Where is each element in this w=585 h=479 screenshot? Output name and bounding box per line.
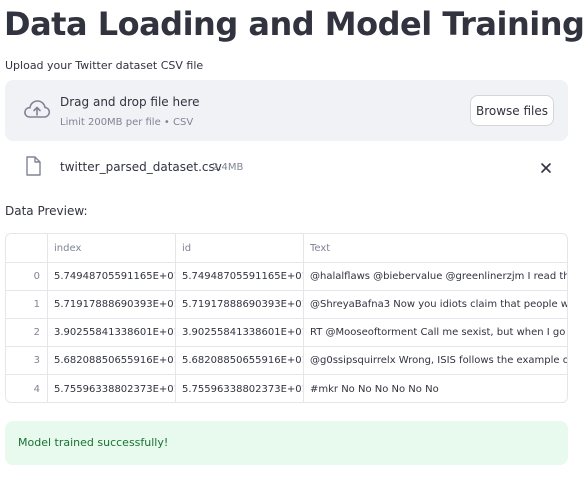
id-cell[interactable]: 5.68208850655916E+017 xyxy=(176,347,304,374)
text-cell[interactable]: @halalflaws @biebervalue @greenlinerzjm … xyxy=(304,263,567,290)
file-icon xyxy=(25,156,41,176)
text-cell[interactable]: #mkr No No No No No No xyxy=(304,375,567,402)
id-cell[interactable]: 5.71917888690393E+017 xyxy=(176,291,304,318)
text-cell[interactable]: @ShreyaBafna3 Now you idiots claim that … xyxy=(304,291,567,318)
column-header-text[interactable]: Text xyxy=(304,234,567,262)
row-index-cell[interactable]: 0 xyxy=(6,263,48,290)
file-dropzone[interactable]: Drag and drop file here Limit 200MB per … xyxy=(5,80,568,141)
close-icon[interactable] xyxy=(539,160,553,174)
row-index-cell[interactable]: 4 xyxy=(6,375,48,402)
data-preview-table[interactable]: index id Text 0 5.74948705591165E+017 5.… xyxy=(5,233,568,403)
text-cell[interactable]: @g0ssipsquirrelx Wrong, ISIS follows the… xyxy=(304,347,567,374)
row-index-cell[interactable]: 2 xyxy=(6,319,48,346)
index-cell[interactable]: 5.71917888690393E+017 xyxy=(48,291,176,318)
id-cell[interactable]: 3.90255841338601E+017 xyxy=(176,319,304,346)
table-row: 3 5.68208850655916E+017 5.68208850655916… xyxy=(6,347,567,375)
page-title: Data Loading and Model Training xyxy=(4,5,585,43)
id-cell[interactable]: 5.74948705591165E+017 xyxy=(176,263,304,290)
dropzone-limit: Limit 200MB per file • CSV xyxy=(60,117,194,128)
success-alert: Model trained successfully! xyxy=(5,421,568,465)
uploaded-file-row: twitter_parsed_dataset.csv 2.4MB xyxy=(5,150,568,186)
index-cell[interactable]: 5.68208850655916E+017 xyxy=(48,347,176,374)
table-header-row: index id Text xyxy=(6,234,567,263)
column-header-id[interactable]: id xyxy=(176,234,304,262)
uploader-label: Upload your Twitter dataset CSV file xyxy=(5,59,204,72)
text-cell[interactable]: RT @Mooseoftorment Call me sexist, but w… xyxy=(304,319,567,346)
dropzone-instructions: Drag and drop file here xyxy=(60,95,200,109)
page-title-row: Data Loading and Model Training xyxy=(4,2,585,46)
row-index-cell[interactable]: 3 xyxy=(6,347,48,374)
table-row: 2 3.90255841338601E+017 3.90255841338601… xyxy=(6,319,567,347)
cloud-upload-icon xyxy=(23,98,51,122)
index-cell[interactable]: 5.74948705591165E+017 xyxy=(48,263,176,290)
uploaded-file-name: twitter_parsed_dataset.csv xyxy=(60,160,222,174)
index-cell[interactable]: 3.90255841338601E+017 xyxy=(48,319,176,346)
data-preview-label: Data Preview: xyxy=(5,204,88,218)
table-row: 0 5.74948705591165E+017 5.74948705591165… xyxy=(6,263,567,291)
browse-files-button[interactable]: Browse files xyxy=(470,95,554,126)
table-row: 1 5.71917888690393E+017 5.71917888690393… xyxy=(6,291,567,319)
uploaded-file-size: 2.4MB xyxy=(212,162,244,173)
index-cell[interactable]: 5.75596338802373E+017 xyxy=(48,375,176,402)
row-index-cell[interactable]: 1 xyxy=(6,291,48,318)
table-row: 4 5.75596338802373E+017 5.75596338802373… xyxy=(6,375,567,402)
success-message: Model trained successfully! xyxy=(18,436,169,449)
column-header-rowindex[interactable] xyxy=(6,234,48,262)
id-cell[interactable]: 5.75596338802373E+017 xyxy=(176,375,304,402)
column-header-index[interactable]: index xyxy=(48,234,176,262)
